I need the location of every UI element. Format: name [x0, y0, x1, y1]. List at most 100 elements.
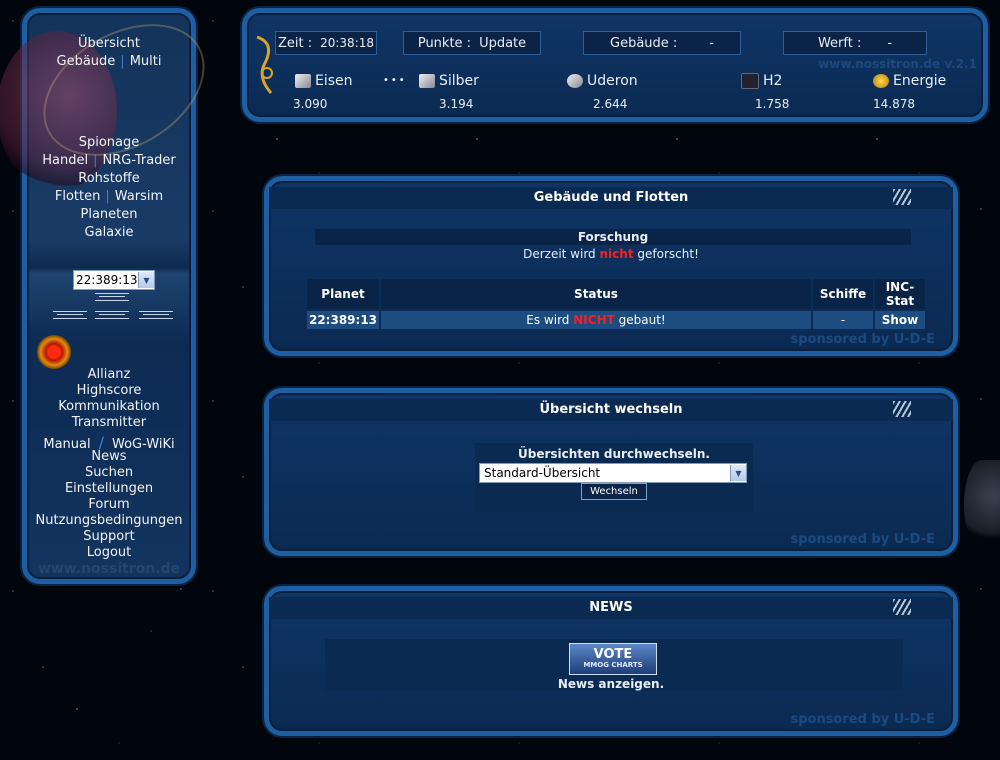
nav-einstellungen[interactable]: Einstellungen [65, 481, 153, 496]
background-planet [964, 460, 1000, 550]
nav-support[interactable]: Support [83, 529, 134, 544]
h2-icon [741, 73, 759, 89]
resource-energie-label: Energie [893, 73, 947, 89]
planet-select[interactable]: 22:389:13 ▼ [73, 270, 155, 290]
col-inc-stat: INC-Stat [875, 279, 925, 309]
resource-h2-label: H2 [763, 73, 783, 89]
buildings-fleets-panel: Gebäude und Flotten Forschung Derzeit wi… [264, 176, 958, 356]
resource-eisen-label: Eisen [315, 73, 353, 89]
chevron-down-icon[interactable]: ▼ [730, 465, 746, 481]
news-panel: NEWS VOTE MMOG CHARTS News anzeigen. spo… [264, 586, 958, 736]
nav-nutzungsbedingungen[interactable]: Nutzungsbedingungen [36, 513, 183, 528]
silver-icon [419, 74, 435, 88]
panel-stripes-icon [893, 189, 911, 205]
nav-footer-watermark: www.nossitron.de [37, 561, 181, 577]
nav-rohstoffe[interactable]: Rohstoffe [78, 171, 139, 186]
sponsor-watermark: sponsored by U-D-E [790, 712, 935, 727]
col-planet: Planet [307, 279, 379, 309]
werft-box: Werft : - [783, 31, 927, 55]
punkte-update-link[interactable]: Update [479, 36, 526, 51]
punkte-box: Punkte : Update [403, 31, 541, 55]
wechseln-button[interactable]: Wechseln [581, 483, 647, 500]
panel-title: Gebäude und Flotten [269, 187, 953, 209]
nav-news[interactable]: News [91, 449, 126, 464]
nav-spionage[interactable]: Spionage [79, 135, 140, 150]
overview-switch-panel: Übersicht wechseln Übersichten durchwech… [264, 388, 958, 556]
planet-select-value: 22:389:13 [76, 273, 138, 287]
dots-decoration: ••• [383, 75, 407, 86]
nav-handel[interactable]: Handel [42, 153, 88, 168]
forschung-status-nicht: nicht [599, 247, 634, 261]
vote-banner-subtitle: MMOG CHARTS [583, 661, 643, 669]
resource-energie-value: 14.878 [873, 97, 915, 111]
forschung-status-post: geforscht! [637, 247, 699, 261]
nav-forum[interactable]: Forum [88, 497, 129, 512]
row-planet[interactable]: 22:389:13 [307, 311, 379, 329]
row-status-pre: Es wird [526, 313, 570, 327]
nav-galaxie[interactable]: Galaxie [85, 225, 134, 240]
panel-stripes-icon [893, 401, 911, 417]
uderon-icon [567, 74, 583, 88]
nav-logout[interactable]: Logout [87, 545, 132, 560]
gebaeude-value: - [709, 35, 714, 51]
chevron-down-icon[interactable]: ▼ [138, 272, 154, 288]
resource-h2: H2 [741, 73, 782, 89]
nav-multi[interactable]: Multi [130, 54, 162, 69]
news-anzeigen-link[interactable]: News anzeigen. [269, 677, 953, 691]
gebaeude-box: Gebäude : - [583, 31, 741, 55]
nav-warsim[interactable]: Warsim [115, 189, 163, 204]
resource-bar: Zeit : 20:38:18 Punkte : Update Gebäude … [242, 8, 988, 122]
nav-nrg-trader[interactable]: NRG-Trader [102, 153, 175, 168]
ship-icon-left[interactable] [53, 311, 87, 319]
nav-transmitter[interactable]: Transmitter [72, 415, 146, 430]
row-status-post: gebaut! [618, 313, 666, 327]
zeit-value: 20:38:18 [320, 36, 375, 50]
ship-icon-right[interactable] [139, 311, 173, 319]
prev-planet-icon[interactable] [95, 293, 129, 301]
alliance-sun-icon [37, 335, 71, 369]
version-watermark: www.nossitron.de v.2.1 [818, 57, 977, 71]
row-schiffe: - [813, 311, 873, 329]
resource-eisen: Eisen [295, 73, 353, 89]
overview-switch-subtitle: Übersichten durchwechseln. [518, 447, 710, 461]
resource-eisen-value: 3.090 [293, 97, 328, 111]
gebaeude-label: Gebäude : [610, 35, 678, 51]
resource-energie: Energie [873, 73, 946, 89]
resource-uderon-label: Uderon [587, 73, 638, 89]
resource-uderon: Uderon [567, 73, 638, 89]
resource-silber: Silber [419, 73, 479, 89]
werft-value: - [887, 35, 893, 51]
inc-show-link[interactable]: Show [875, 311, 925, 329]
forschung-heading: Forschung [315, 229, 911, 245]
panel-stripes-icon [893, 599, 911, 615]
punkte-label: Punkte : [417, 35, 472, 51]
nav-uebersicht[interactable]: Übersicht [78, 36, 140, 51]
nav-kommunikation[interactable]: Kommunikation [58, 399, 159, 414]
resource-silber-label: Silber [439, 73, 479, 89]
overview-select-value: Standard-Übersicht [484, 466, 601, 480]
nav-suchen[interactable]: Suchen [85, 465, 133, 480]
nav-planeten[interactable]: Planeten [81, 207, 138, 222]
ship-icon-center[interactable] [95, 311, 129, 319]
nav-allianz[interactable]: Allianz [88, 367, 131, 382]
resource-uderon-value: 2.644 [593, 97, 628, 111]
vote-mmog-charts-banner[interactable]: VOTE MMOG CHARTS [569, 643, 657, 675]
nav-separator: | [93, 153, 98, 168]
overview-select[interactable]: Standard-Übersicht ▼ [479, 463, 747, 483]
table-row: 22:389:13 Es wird NICHT gebaut! - Show [307, 311, 925, 329]
nav-flotten[interactable]: Flotten [55, 189, 100, 204]
energy-icon [873, 74, 889, 88]
nav-separator: | [120, 54, 125, 69]
werft-label: Werft : [817, 35, 862, 51]
resource-h2-value: 1.758 [755, 97, 790, 111]
vote-banner-title: VOTE [593, 647, 633, 662]
left-navigation: Übersicht Gebäude | Multi Spionage Handel |… [0, 0, 228, 584]
nav-separator: | [105, 189, 110, 204]
row-status-nicht: NICHT [573, 313, 615, 327]
panel-title: NEWS [269, 597, 953, 619]
nav-gebaeude[interactable]: Gebäude [57, 54, 116, 69]
sponsor-watermark: sponsored by U-D-E [790, 532, 935, 547]
nav-highscore[interactable]: Highscore [77, 383, 142, 398]
zeit-box: Zeit : 20:38:18 [275, 31, 377, 55]
col-status: Status [381, 279, 811, 309]
